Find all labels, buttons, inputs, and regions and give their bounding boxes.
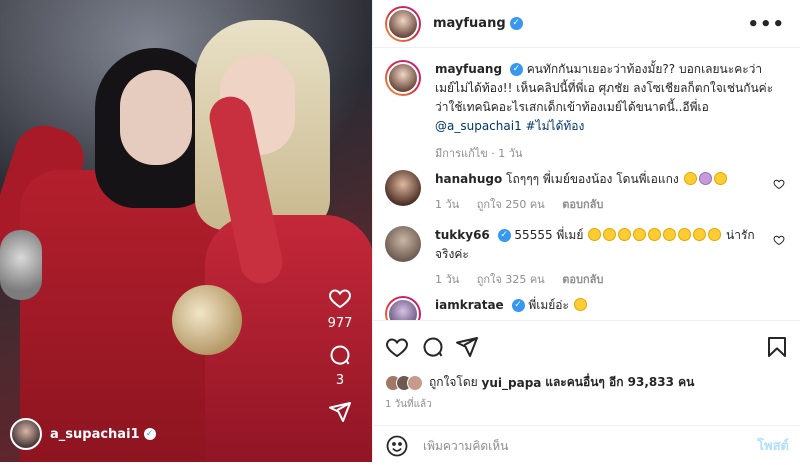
comment-time: 1 วัน: [435, 273, 460, 286]
video-owner[interactable]: a_supachai1 ✓: [10, 418, 156, 450]
post-actions: ถูกใจโดย yui_papa และคนอื่นๆ อีก 93,833 …: [373, 320, 800, 464]
comment-likes[interactable]: ถูกใจ 250 คน: [477, 198, 545, 211]
comment-icon[interactable]: [328, 343, 352, 367]
comment-time: 1 วัน: [435, 198, 460, 211]
action-icons-row: [385, 335, 789, 361]
verified-badge-icon: ✓: [509, 17, 523, 30]
laughing-emoji-icon: [663, 228, 677, 241]
caption-mention[interactable]: @a_supachai1: [435, 119, 522, 133]
like-heart-icon[interactable]: [385, 335, 409, 359]
comment-like-heart-icon[interactable]: [773, 234, 785, 246]
comment-body: iamkratae ✓ พี่เมย์อ่ะ: [435, 296, 761, 320]
video-owner-username[interactable]: a_supachai1: [50, 427, 140, 442]
liked-by-user[interactable]: yui_papa: [482, 376, 542, 390]
laughing-emoji-icon: [648, 228, 662, 241]
comment-body: hanahugo โถๆๆๆ พี่เมย์ของน้อง โดนพี่เอแก…: [435, 170, 761, 214]
commenter-avatar[interactable]: [385, 296, 421, 320]
comment-text: 55555 พี่เมย์: [514, 228, 584, 242]
reply-button[interactable]: ตอบกลับ: [562, 273, 603, 286]
emoji-smile-icon[interactable]: [385, 434, 409, 458]
comments-section[interactable]: mayfuang ✓ คนทักกันมาเยอะว่าท้องมั้ย?? บ…: [373, 48, 800, 320]
comment-meta: 1 วัน ถูกใจ 250 คน ตอบกลับ: [435, 195, 761, 214]
video-figure: [120, 70, 192, 165]
comment-meta: 1 วัน ถูกใจ 325 คน ตอบกลับ: [435, 270, 761, 289]
liked-by-prefix: ถูกใจโดย: [429, 375, 478, 389]
comment-text: พี่เมย์อ่ะ: [528, 298, 569, 312]
reply-button[interactable]: ตอบกลับ: [562, 198, 603, 211]
comment-likes[interactable]: ถูกใจ 325 คน: [477, 273, 545, 286]
laughing-emoji-icon: [678, 228, 692, 241]
liker-avatar: [407, 374, 423, 391]
post-header: mayfuang ✓ •••: [373, 0, 800, 48]
comment-text: โถๆๆๆ พี่เมย์ของน้อง โดนพี่เอแกง: [506, 172, 679, 186]
author-avatar[interactable]: [385, 5, 421, 42]
laughing-emoji-icon: [708, 228, 722, 241]
laughing-emoji-icon: [618, 228, 632, 241]
laughing-emoji-icon: [693, 228, 707, 241]
verified-badge-icon: ✓: [497, 229, 511, 242]
posted-time[interactable]: 1 วันที่แล้ว: [385, 397, 432, 412]
caption-meta: มีการแก้ไข · 1 วัน: [435, 147, 523, 160]
comment-like-heart-icon[interactable]: [773, 178, 785, 190]
caption-body: mayfuang ✓ คนทักกันมาเยอะว่าท้องมั้ย?? บ…: [435, 60, 775, 163]
video-side-actions: 977 3: [320, 286, 360, 436]
video-figure: [0, 230, 42, 300]
laughing-emoji-icon: [573, 298, 587, 311]
send-icon[interactable]: [455, 335, 479, 359]
post-detail-panel: mayfuang ✓ ••• mayfuang ✓ คนทักกันมาเยอะ…: [372, 0, 800, 462]
laughing-emoji-icon: [713, 172, 727, 185]
video-comment-count: 3: [335, 373, 345, 388]
comment-item: tukky66 ✓ 55555 พี่เมย์ น่ารักจริงค่ะ 1 …: [385, 226, 789, 289]
comment-item: hanahugo โถๆๆๆ พี่เมย์ของน้อง โดนพี่เอแก…: [385, 170, 789, 214]
caption-username[interactable]: mayfuang: [435, 62, 502, 76]
verified-badge-icon: ✓: [509, 63, 523, 76]
comment-item: iamkratae ✓ พี่เมย์อ่ะ: [385, 296, 789, 320]
video-like-action[interactable]: 977: [327, 286, 353, 331]
video-owner-avatar[interactable]: [10, 418, 42, 450]
caption-avatar[interactable]: [385, 60, 421, 96]
laughing-emoji-icon: [603, 228, 617, 241]
heart-icon[interactable]: [328, 286, 352, 310]
post-caption: mayfuang ✓ คนทักกันมาเยอะว่าท้องมั้ย?? บ…: [385, 60, 789, 163]
video-player[interactable]: 977 3 a_supachai1 ✓: [0, 0, 372, 462]
bookmark-icon[interactable]: [765, 335, 789, 359]
caption-hashtag[interactable]: #ไม่ได้ท้อง: [526, 119, 585, 133]
laughing-emoji-icon: [588, 228, 602, 241]
liked-by-summary: ถูกใจโดย yui_papa และคนอื่นๆ อีก 93,833 …: [385, 373, 694, 392]
post-comment-button[interactable]: โพสต์: [757, 435, 789, 456]
instagram-post-modal: 977 3 a_supachai1 ✓ mayfuang ✓ ••• mayfu…: [0, 0, 800, 462]
video-comment-action[interactable]: 3: [328, 343, 352, 388]
laughing-emoji-icon: [683, 172, 697, 185]
laughing-emoji-icon: [633, 228, 647, 241]
more-options-icon[interactable]: •••: [747, 14, 785, 35]
commenter-username[interactable]: hanahugo: [435, 172, 502, 186]
liked-by-others[interactable]: และคนอื่นๆ อีก 93,833 คน: [545, 373, 694, 392]
comment-icon[interactable]: [421, 335, 445, 359]
commenter-username[interactable]: iamkratae: [435, 298, 504, 312]
video-like-count: 977: [327, 316, 353, 331]
author-username[interactable]: mayfuang: [433, 16, 506, 31]
comment-input[interactable]: [423, 438, 758, 453]
verified-badge-icon: ✓: [511, 299, 525, 312]
commenter-username[interactable]: tukky66: [435, 228, 490, 242]
video-share-action[interactable]: [328, 400, 352, 424]
woman-emoji-icon: [698, 172, 712, 185]
send-icon[interactable]: [328, 400, 352, 424]
verified-badge-icon: ✓: [143, 428, 156, 440]
comment-body: tukky66 ✓ 55555 พี่เมย์ น่ารักจริงค่ะ 1 …: [435, 226, 761, 289]
video-figure: [172, 285, 242, 355]
add-comment-bar: โพสต์: [373, 425, 800, 465]
commenter-avatar[interactable]: [385, 226, 421, 262]
commenter-avatar[interactable]: [385, 170, 421, 206]
